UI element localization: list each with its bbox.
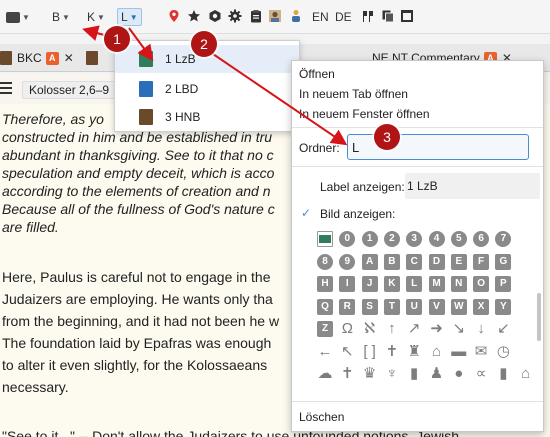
annotation-arrows	[82, 25, 348, 146]
annotation-badge: 3	[374, 124, 400, 150]
arrow-to-lzb	[128, 27, 154, 62]
annotation-badge: 1	[104, 26, 130, 52]
arrow-to-k-dropdown	[82, 25, 105, 41]
arrow-to-folder-input	[212, 53, 348, 146]
annotation-badge: 2	[191, 31, 217, 57]
